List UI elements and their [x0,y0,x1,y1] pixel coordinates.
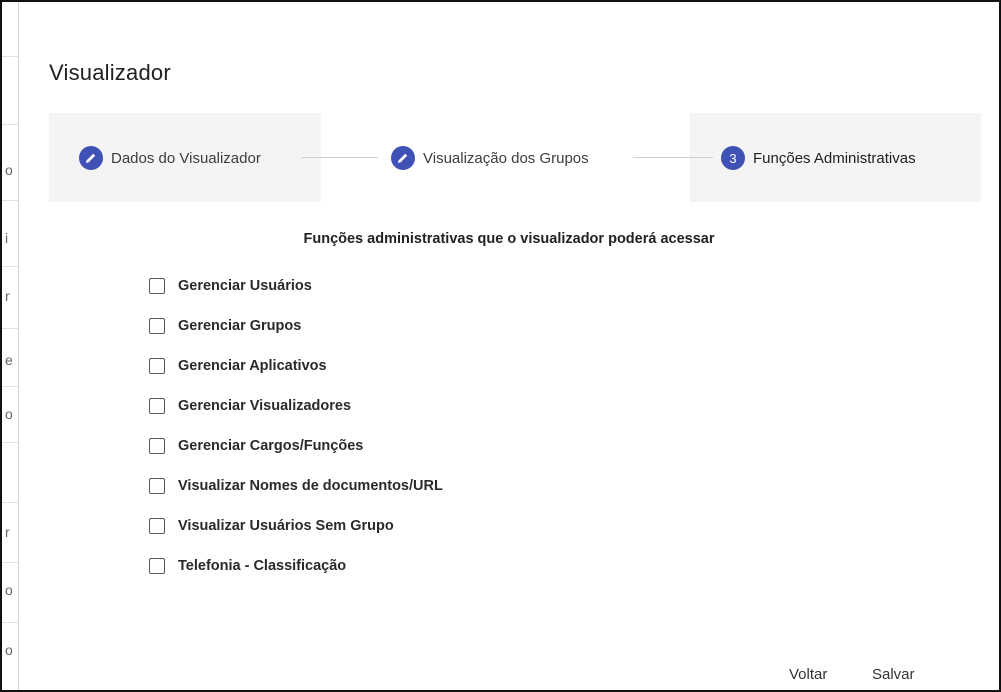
step-visualizacao-dos-grupos[interactable]: Visualização dos Grupos [391,145,589,171]
bg-divider [2,124,18,125]
bg-text-fragment: o [5,406,13,422]
back-button[interactable]: Voltar [789,666,827,683]
bg-text-fragment: o [5,162,13,178]
step-dados-do-visualizador[interactable]: Dados do Visualizador [79,145,261,171]
checkbox[interactable] [149,358,165,374]
checkbox[interactable] [149,558,165,574]
bg-text-fragment: o [5,642,13,658]
step-label: Funções Administrativas [753,149,916,167]
step-label: Dados do Visualizador [111,149,261,167]
bg-text-fragment: i [5,230,9,246]
section-subtitle: Funções administrativas que o visualizad… [303,231,715,247]
checkbox[interactable] [149,398,165,414]
checkbox[interactable] [149,478,165,494]
pencil-icon [391,146,415,170]
bg-divider [2,502,18,503]
option-label: Gerenciar Grupos [178,318,302,334]
step-connector [633,157,713,158]
visualizador-dialog: Visualizador Dados do Visualizador Visua… [19,2,999,690]
bg-text-fragment: e [5,352,13,368]
bg-text-fragment: o [5,582,13,598]
screen-frame: o i r e o r o o Visualizador Dados do Vi… [0,0,1001,692]
bg-divider [2,622,18,623]
bg-text-fragment: r [5,524,10,540]
checkbox[interactable] [149,518,165,534]
dialog-title: Visualizador [49,60,171,85]
option-label: Gerenciar Aplicativos [178,358,327,374]
option-visualizar-usuarios-sem-grupo[interactable]: Visualizar Usuários Sem Grupo [149,514,394,538]
checkbox[interactable] [149,438,165,454]
option-label: Visualizar Usuários Sem Grupo [178,518,394,534]
option-label: Gerenciar Usuários [178,278,312,294]
step-label: Visualização dos Grupos [423,149,589,167]
option-visualizar-nomes-documentos-url[interactable]: Visualizar Nomes de documentos/URL [149,474,443,498]
checkbox[interactable] [149,318,165,334]
option-gerenciar-grupos[interactable]: Gerenciar Grupos [149,314,301,338]
checkbox[interactable] [149,278,165,294]
option-telefonia-classificacao[interactable]: Telefonia - Classificação [149,554,346,578]
stepper: Dados do Visualizador Visualização dos G… [49,113,981,202]
save-button[interactable]: Salvar [872,666,915,683]
step-number-badge: 3 [721,146,745,170]
option-label: Telefonia - Classificação [178,558,347,574]
option-gerenciar-aplicativos[interactable]: Gerenciar Aplicativos [149,354,327,378]
step-connector [302,157,378,158]
bg-divider [2,562,18,563]
bg-divider [2,442,18,443]
option-gerenciar-visualizadores[interactable]: Gerenciar Visualizadores [149,394,351,418]
option-label: Gerenciar Cargos/Funções [178,438,364,454]
background-app: o i r e o r o o [2,2,19,690]
bg-divider [2,266,18,267]
bg-divider [2,200,18,201]
bg-text-fragment: r [5,288,10,304]
option-gerenciar-cargos-funcoes[interactable]: Gerenciar Cargos/Funções [149,434,363,458]
option-label: Visualizar Nomes de documentos/URL [178,478,443,494]
pencil-icon [79,146,103,170]
option-gerenciar-usuarios[interactable]: Gerenciar Usuários [149,274,312,298]
option-label: Gerenciar Visualizadores [178,398,352,414]
bg-divider [2,56,18,57]
bg-divider [2,386,18,387]
bg-divider [2,328,18,329]
step-funcoes-administrativas[interactable]: 3 Funções Administrativas [721,145,916,171]
